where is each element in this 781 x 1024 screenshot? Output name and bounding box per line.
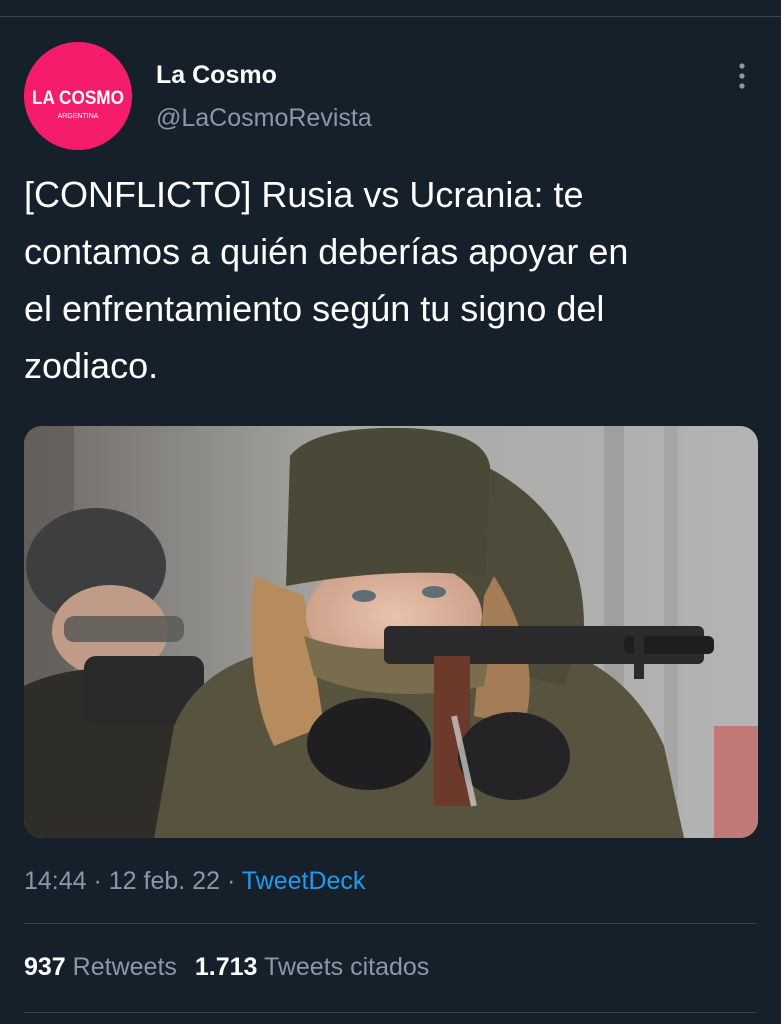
more-vertical-icon xyxy=(739,63,745,89)
tweet-timestamp: 14:44 · 12 feb. 22 · TweetDeck xyxy=(24,864,365,898)
svg-text:ARGENTINA: ARGENTINA xyxy=(58,113,99,120)
tweet-media-photo[interactable] xyxy=(24,426,758,838)
retweets-label: Retweets xyxy=(72,953,177,981)
bottom-divider xyxy=(24,1012,757,1013)
retweets-count: 937 xyxy=(24,953,66,981)
tweet-source-link[interactable]: TweetDeck xyxy=(242,867,366,895)
avatar[interactable]: LA COSMO ARGENTINA xyxy=(24,42,132,150)
tweet-text-line: [CONFLICTO] Rusia vs Ucrania: te xyxy=(24,174,584,215)
quote-tweets-label: Tweets citados xyxy=(263,953,430,981)
stats-divider xyxy=(24,923,757,924)
svg-text:LA COSMO: LA COSMO xyxy=(32,88,124,109)
retweets-stat[interactable]: 937 Retweets xyxy=(24,953,177,981)
top-divider xyxy=(0,16,781,17)
quote-tweets-stat[interactable]: 1.713 Tweets citados xyxy=(195,953,429,981)
author-name[interactable]: La Cosmo xyxy=(156,58,277,92)
author-handle[interactable]: @LaCosmoRevista xyxy=(156,101,372,135)
meta-separator: · xyxy=(86,867,109,895)
tweet-text-line: el enfrentamiento según tu signo del xyxy=(24,288,605,329)
tweet-time[interactable]: 14:44 xyxy=(24,867,87,895)
tweet-date[interactable]: 12 feb. 22 xyxy=(109,867,220,895)
tweet-text-line: zodiaco. xyxy=(24,345,159,386)
tweet-text: [CONFLICTO] Rusia vs Ucrania: te contamo… xyxy=(24,166,759,394)
meta-separator: · xyxy=(220,867,242,895)
quote-tweets-count: 1.713 xyxy=(194,953,258,981)
tweet-stats: 937 Retweets 1.713 Tweets citados xyxy=(24,950,429,984)
more-options-button[interactable] xyxy=(722,58,762,94)
soldiers-photo xyxy=(24,426,758,838)
tweet-text-line: contamos a quién deberías apoyar en xyxy=(24,231,629,272)
la-cosmo-logo: LA COSMO ARGENTINA xyxy=(24,42,132,150)
